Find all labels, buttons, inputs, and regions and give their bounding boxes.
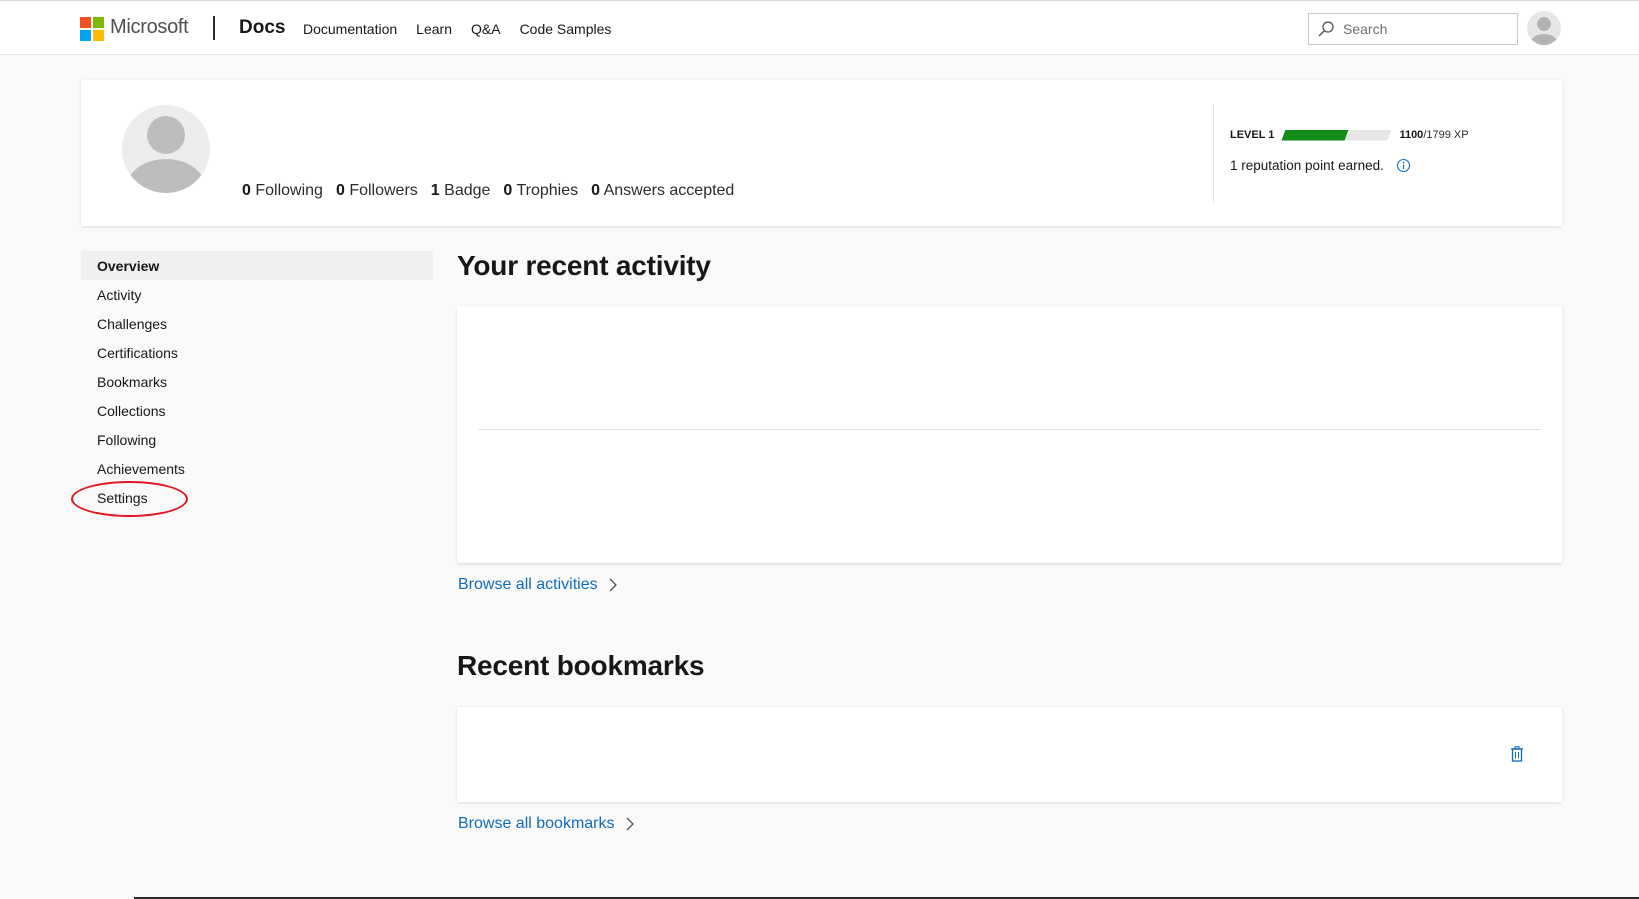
level-label: LEVEL 1	[1230, 129, 1275, 141]
trash-icon[interactable]	[1510, 746, 1524, 762]
reputation-text: 1 reputation point earned.	[1230, 158, 1384, 173]
stat-followers[interactable]: 0 Followers	[336, 182, 418, 200]
sidebar-item-settings[interactable]: Settings	[81, 483, 433, 512]
stat-answers-accepted[interactable]: 0 Answers accepted	[591, 182, 734, 200]
stat-badge[interactable]: 1 Badge	[431, 182, 491, 200]
sidebar-item-activity[interactable]: Activity	[81, 280, 433, 309]
top-header: Microsoft Docs Documentation Learn Q&A C…	[0, 0, 1639, 55]
card-divider	[1213, 104, 1214, 202]
activity-chart-baseline	[478, 429, 1541, 430]
info-icon[interactable]	[1396, 158, 1411, 173]
sidebar-item-certifications[interactable]: Certifications	[81, 338, 433, 367]
stat-following[interactable]: 0 Following	[242, 182, 323, 200]
xp-progress-bar	[1281, 130, 1391, 141]
stat-trophies[interactable]: 0 Trophies	[503, 182, 578, 200]
reputation-row: 1 reputation point earned.	[1230, 158, 1411, 173]
bookmarks-panel	[457, 707, 1562, 802]
activity-panel	[457, 306, 1562, 563]
sidebar-item-collections[interactable]: Collections	[81, 396, 433, 425]
browse-bookmarks-label: Browse all bookmarks	[458, 815, 615, 832]
sidebar-item-achievements[interactable]: Achievements	[81, 454, 433, 483]
nav-documentation[interactable]: Documentation	[303, 21, 397, 37]
sidebar-item-bookmarks[interactable]: Bookmarks	[81, 367, 433, 396]
brand-name[interactable]: Microsoft	[110, 16, 189, 39]
search-icon	[1318, 21, 1334, 37]
browse-activities-label: Browse all activities	[458, 576, 598, 593]
profile-sidebar: Overview Activity Challenges Certificati…	[81, 251, 433, 512]
profile-card: 0 Following 0 Followers 1 Badge 0 Trophi…	[81, 80, 1562, 226]
sidebar-item-overview[interactable]: Overview	[81, 251, 433, 280]
sidebar-item-following[interactable]: Following	[81, 425, 433, 454]
recent-bookmarks-title: Recent bookmarks	[457, 650, 705, 681]
product-name[interactable]: Docs	[239, 17, 285, 39]
level-row: LEVEL 1 1100/1799 XP	[1230, 129, 1469, 141]
search-box[interactable]	[1308, 13, 1518, 45]
chevron-right-icon	[626, 817, 634, 831]
chevron-right-icon	[609, 578, 617, 592]
brand-divider	[213, 16, 215, 40]
browse-all-activities-link[interactable]: Browse all activities	[458, 576, 618, 594]
profile-stats: 0 Following 0 Followers 1 Badge 0 Trophi…	[242, 182, 734, 200]
nav-learn[interactable]: Learn	[416, 21, 452, 37]
header-nav: Documentation Learn Q&A Code Samples	[303, 21, 611, 37]
sidebar-item-challenges[interactable]: Challenges	[81, 309, 433, 338]
nav-code-samples[interactable]: Code Samples	[520, 21, 612, 37]
profile-avatar-icon	[122, 105, 210, 193]
user-avatar-icon[interactable]	[1527, 11, 1561, 45]
xp-text: 1100/1799 XP	[1399, 129, 1469, 141]
recent-activity-title: Your recent activity	[457, 250, 711, 281]
xp-progress-fill	[1281, 130, 1348, 141]
search-input[interactable]	[1343, 21, 1513, 37]
nav-qa[interactable]: Q&A	[471, 21, 501, 37]
browse-all-bookmarks-link[interactable]: Browse all bookmarks	[458, 815, 635, 833]
microsoft-logo-icon[interactable]	[80, 17, 104, 41]
